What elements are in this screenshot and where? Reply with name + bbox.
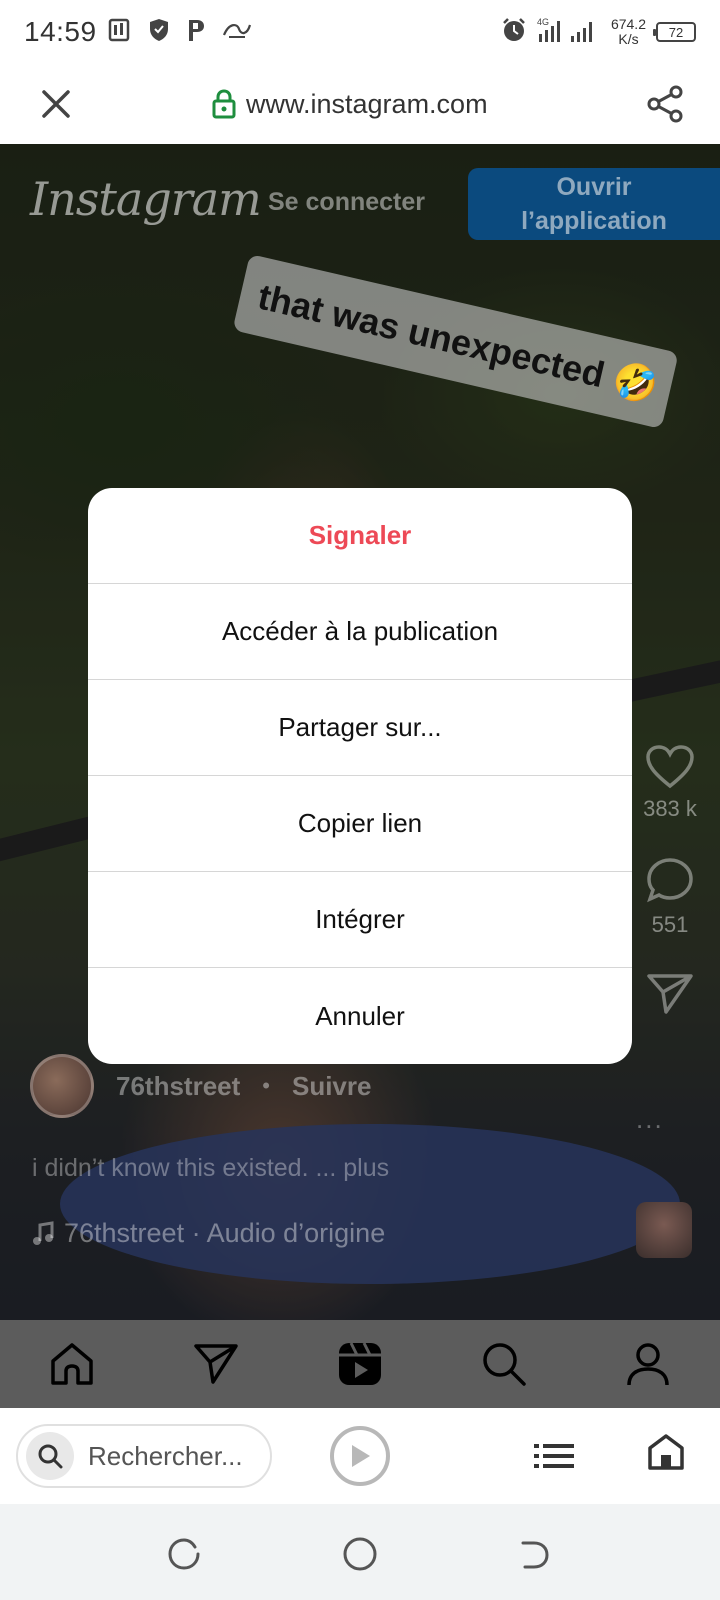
close-button[interactable] bbox=[36, 84, 76, 124]
status-time: 14:59 bbox=[24, 16, 97, 47]
home-icon bbox=[648, 1434, 684, 1470]
cancel-option[interactable]: Annuler bbox=[88, 968, 632, 1064]
comment-button[interactable]: 551 bbox=[645, 856, 695, 938]
author-name[interactable]: 76thstreet bbox=[116, 1071, 240, 1102]
reel-side-actions: 383 k 551 bbox=[620, 744, 720, 1016]
recents-icon bbox=[168, 1538, 200, 1570]
status-right: 4G 674.2 K/s 72 bbox=[501, 16, 696, 49]
go-to-post-option[interactable]: Accéder à la publication bbox=[88, 584, 632, 680]
heart-icon bbox=[646, 745, 694, 789]
alarm-icon bbox=[501, 17, 527, 48]
background-board bbox=[60, 1124, 680, 1284]
link-app-icon bbox=[221, 19, 253, 46]
recents-button[interactable] bbox=[164, 1534, 204, 1574]
search-icon bbox=[483, 1343, 526, 1386]
browser-address-bar: www.instagram.com bbox=[0, 64, 720, 144]
nav-profile[interactable] bbox=[618, 1334, 678, 1394]
send-icon bbox=[647, 974, 693, 1014]
reels-icon bbox=[339, 1342, 381, 1385]
share-to-option[interactable]: Partager sur... bbox=[88, 680, 632, 776]
sim-icon bbox=[107, 17, 133, 48]
share-icon bbox=[647, 85, 683, 123]
comment-icon bbox=[647, 858, 693, 903]
audio-label: 76thstreet · Audio d’origine bbox=[64, 1218, 386, 1248]
net-speed-unit: K/s bbox=[618, 31, 639, 47]
embed-option[interactable]: Intégrer bbox=[88, 872, 632, 968]
instagram-logo[interactable]: Instagram bbox=[30, 172, 262, 226]
play-icon bbox=[352, 1445, 370, 1467]
play-button[interactable] bbox=[330, 1426, 390, 1486]
nav-direct[interactable] bbox=[186, 1334, 246, 1394]
caption[interactable]: i didn’t know this existed. ... plus bbox=[32, 1154, 389, 1183]
battery-indicator: 72 bbox=[653, 22, 696, 42]
profile-icon bbox=[627, 1343, 669, 1386]
nav-reels[interactable] bbox=[330, 1334, 390, 1394]
net-speed: 674.2 K/s bbox=[611, 17, 646, 47]
close-icon bbox=[42, 90, 70, 118]
home-circle-icon bbox=[343, 1537, 377, 1571]
like-button[interactable]: 383 k bbox=[643, 744, 697, 822]
browser-toolbar: Rechercher... bbox=[0, 1408, 720, 1504]
search-input[interactable]: Rechercher... bbox=[16, 1424, 272, 1488]
network-type-label: 4G bbox=[537, 17, 549, 27]
instagram-bottom-nav bbox=[0, 1320, 720, 1408]
search-placeholder: Rechercher... bbox=[88, 1440, 243, 1471]
tabs-menu-button[interactable] bbox=[532, 1434, 576, 1478]
search-button[interactable] bbox=[26, 1432, 74, 1480]
nav-home[interactable] bbox=[42, 1334, 102, 1394]
status-left-icons bbox=[107, 17, 253, 48]
more-options-button[interactable]: ... bbox=[636, 1104, 664, 1135]
follow-button[interactable]: Suivre bbox=[292, 1071, 372, 1102]
lock-icon bbox=[212, 89, 236, 119]
send-button[interactable] bbox=[646, 972, 694, 1016]
p-app-icon bbox=[185, 17, 207, 48]
sticker-text: that was unexpected 🤣 bbox=[254, 275, 662, 408]
audio-row[interactable]: 76thstreet · Audio d’origine bbox=[32, 1218, 385, 1249]
home-circle-button[interactable] bbox=[340, 1534, 380, 1574]
net-speed-value: 674.2 bbox=[610, 16, 646, 32]
system-navigation-bar bbox=[0, 1504, 720, 1600]
direct-icon bbox=[194, 1344, 238, 1384]
open-app-line-1: Ouvrir bbox=[556, 173, 632, 201]
signal-icon: 4G bbox=[537, 16, 601, 49]
share-button[interactable] bbox=[644, 82, 688, 126]
report-option[interactable]: Signaler bbox=[88, 488, 632, 584]
audio-thumbnail[interactable] bbox=[636, 1202, 692, 1258]
avatar[interactable] bbox=[30, 1054, 94, 1118]
back-icon bbox=[521, 1541, 549, 1569]
browser-home-button[interactable] bbox=[644, 1430, 688, 1474]
home-icon bbox=[51, 1343, 93, 1385]
search-icon bbox=[38, 1444, 63, 1469]
nav-search[interactable] bbox=[474, 1334, 534, 1394]
options-dialog: Signaler Accéder à la publication Partag… bbox=[88, 488, 632, 1064]
open-app-button[interactable]: Ouvrir l’application bbox=[468, 168, 720, 240]
url-text: www.instagram.com bbox=[246, 88, 488, 119]
url-field[interactable]: www.instagram.com bbox=[212, 84, 488, 124]
music-note-icon bbox=[33, 1220, 54, 1245]
copy-link-option[interactable]: Copier lien bbox=[88, 776, 632, 872]
separator-dot: • bbox=[262, 1073, 270, 1098]
back-button[interactable] bbox=[514, 1534, 554, 1574]
menu-icon bbox=[534, 1444, 574, 1468]
video-text-sticker: that was unexpected 🤣 bbox=[232, 254, 679, 429]
login-link[interactable]: Se connecter bbox=[268, 188, 425, 217]
open-app-line-2: l’application bbox=[521, 207, 667, 235]
like-count: 383 k bbox=[643, 796, 697, 821]
instagram-header: Instagram Se connecter Ouvrir l’applicat… bbox=[0, 144, 720, 254]
comment-count: 551 bbox=[651, 912, 689, 937]
status-bar: 14:59 4G 674.2 K/s 72 bbox=[0, 0, 720, 64]
shield-icon bbox=[147, 17, 171, 48]
